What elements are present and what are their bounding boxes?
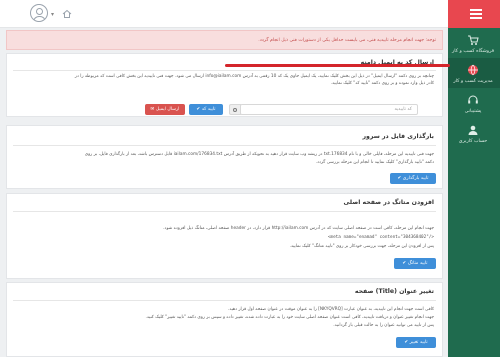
sidebar-item-business[interactable]: مدیریت کسب و کار bbox=[448, 58, 500, 88]
section-description: کافی است جهت انجام این تاییدیه، به عنوان… bbox=[227, 307, 434, 312]
divider bbox=[13, 70, 436, 71]
confirm-meta-button[interactable]: ✔ تایید متاتگ bbox=[394, 258, 436, 269]
confirm-upload-button[interactable]: ✔ تایید بارگذاری bbox=[390, 173, 436, 184]
sidebar-header bbox=[448, 0, 500, 28]
sidebar-item-store[interactable]: فروشگاه کسب و کار bbox=[448, 28, 500, 58]
section-description: جهت فنی تاییدیه این مرحله، فایلی خالی و … bbox=[84, 152, 434, 157]
confirm-title-button[interactable]: ✔ تایید تغییر bbox=[396, 337, 436, 348]
file-upload-card: بارگذاری فایل در سرور جهت فنی تاییدیه ای… bbox=[6, 125, 443, 189]
email-verification-card: ارسال کد به ایمیل دامنه چنانچه بر روی دک… bbox=[6, 53, 443, 117]
globe-icon bbox=[468, 64, 478, 76]
annotation-underline bbox=[225, 64, 450, 67]
sidebar-item-label: فروشگاه کسب و کار bbox=[451, 49, 495, 54]
send-email-button[interactable]: ✉ ارسال ایمیل bbox=[145, 104, 185, 115]
headset-icon bbox=[468, 95, 478, 104]
section-title: تغییر عنوان (Title) صفحه bbox=[354, 288, 434, 295]
sidebar-item-label: حساب کاربری bbox=[458, 139, 488, 144]
cart-icon bbox=[468, 35, 479, 45]
sidebar-item-label: مدیریت کسب و کار bbox=[453, 79, 493, 84]
top-bar: ▾ bbox=[0, 0, 448, 28]
section-title: افزودن متاتگ در صفحه اصلی bbox=[343, 199, 434, 206]
divider bbox=[13, 300, 436, 301]
section-description: کادر ذیل وارد نموده و بر روی دکمه "تایید… bbox=[330, 81, 434, 86]
section-description: پس از تایید می توانید عنوان را به حالت ق… bbox=[333, 323, 434, 328]
page-title-card: تغییر عنوان (Title) صفحه کافی است جهت ان… bbox=[6, 282, 443, 357]
section-description: جهت انجام این مرحله، کافی است در صفحه اص… bbox=[163, 226, 434, 231]
divider bbox=[13, 145, 436, 146]
meta-tag-code: <meta name="enamad" content="304368402"/… bbox=[327, 235, 434, 240]
section-description: پس از افزودن این مرحله، جهت بررسی خودکار… bbox=[289, 244, 434, 249]
section-description: جهت انجام تغییر عنوان و دریافت تاییدیه، … bbox=[145, 315, 434, 320]
sidebar: فروشگاه کسب و کار مدیریت کسب و کار پشتیب… bbox=[448, 0, 500, 357]
meta-tag-card: افزودن متاتگ در صفحه اصلی جهت انجام این … bbox=[6, 193, 443, 279]
confirm-code-button[interactable]: ✔ تایید کد bbox=[189, 104, 223, 115]
section-description: دکمه "تایید بارگذاری" کلیک نمایید تا انج… bbox=[315, 160, 434, 165]
sidebar-item-support[interactable]: پشتیبانی bbox=[448, 88, 500, 118]
verification-code-input[interactable]: کد تاییدیه bbox=[240, 104, 418, 115]
divider bbox=[13, 211, 436, 212]
home-icon[interactable] bbox=[62, 9, 72, 19]
alert-banner: توجه: جهت انجام مرحله تاییدیه فنی، می با… bbox=[6, 30, 443, 50]
section-title: بارگذاری فایل در سرور bbox=[362, 133, 435, 140]
sidebar-item-label: پشتیبانی bbox=[464, 109, 482, 114]
menu-icon[interactable] bbox=[470, 9, 482, 21]
main-content: توجه: جهت انجام مرحله تاییدیه فنی، می با… bbox=[4, 28, 445, 357]
sidebar-item-account[interactable]: حساب کاربری bbox=[448, 118, 500, 148]
avatar[interactable] bbox=[30, 4, 48, 22]
user-icon bbox=[468, 125, 478, 135]
key-icon bbox=[233, 108, 237, 112]
chevron-down-icon[interactable]: ▾ bbox=[51, 11, 54, 18]
